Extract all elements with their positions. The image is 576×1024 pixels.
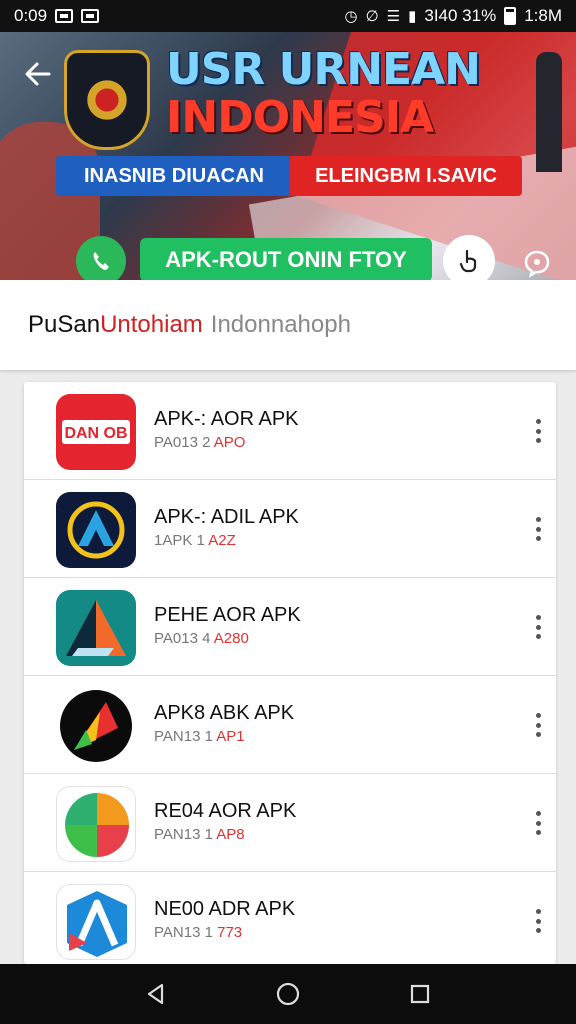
status-text: 3I40 31%	[424, 6, 497, 25]
app-meta: PA013 4 A280	[154, 630, 249, 647]
back-icon	[147, 983, 164, 1005]
navigation-bar	[0, 964, 576, 1024]
app-name: RE04 AOR APK	[154, 800, 297, 822]
app-name: APK-: AOR APK	[154, 408, 299, 430]
app-meta: PAN13 1 AP1	[154, 728, 245, 745]
header-part-3: Indonnahoph	[210, 311, 351, 338]
app-meta: PA013 2 APO	[154, 434, 246, 451]
app-name: PEHE AOR APK	[154, 604, 301, 626]
banner-title: USR URNEAN	[166, 44, 481, 95]
status-bar: 0:09 ◷ ∅ ☰ ▮ 3I40 31% 1:8M	[0, 0, 576, 32]
recents-icon	[410, 984, 430, 1004]
app-name: APK8 ABK APK	[154, 702, 295, 724]
battery-icon	[504, 7, 517, 25]
more-options-button[interactable]	[530, 808, 546, 838]
app-list-item[interactable]: DAN OB APK-: AOR APK PA013 2 APO	[24, 382, 556, 480]
hand-pointer-icon	[459, 249, 477, 273]
nav-recents-button[interactable]	[400, 974, 440, 1014]
notification-icon	[55, 9, 74, 23]
colorful-pie-logo-icon	[56, 786, 136, 862]
home-icon	[276, 982, 300, 1006]
app-list-item[interactable]: APK8 ABK APK PAN13 1 AP1	[24, 676, 556, 774]
signal-icon: ▮	[408, 7, 417, 25]
promo-banner[interactable]: USR URNEAN INDONESIA INASNIB DIUACAN ELE…	[0, 32, 576, 280]
app-name: APK-: ADIL APK	[154, 506, 299, 528]
banner-ribbon-left: INASNIB DIUACAN	[56, 156, 292, 196]
app-list: DAN OB APK-: AOR APK PA013 2 APO APK-: A…	[24, 382, 556, 964]
more-options-button[interactable]	[530, 416, 546, 446]
app-list-item[interactable]: NE00 ADR APK PAN13 1 773	[24, 872, 556, 964]
section-header: PuSan Untohiam Indonnahoph	[0, 280, 576, 370]
black-circle-logo-icon	[56, 688, 136, 764]
more-options-button[interactable]	[530, 906, 546, 936]
app-meta: PAN13 1 AP8	[154, 826, 245, 843]
apk-download-button[interactable]: APK-ROUT ONIN FTOY	[140, 238, 432, 280]
status-time-right: 1:8M	[524, 6, 562, 25]
clock-tower-decoration	[536, 52, 562, 172]
app-meta: PAN13 1 773	[154, 924, 243, 941]
nav-home-button[interactable]	[268, 974, 308, 1014]
banner-ribbon-right: ELEINGBM I.SAVIC	[290, 156, 522, 196]
app-list-item[interactable]: PEHE AOR APK PA013 4 A280	[24, 578, 556, 676]
more-options-button[interactable]	[530, 710, 546, 740]
dan-ob-logo-icon: DAN OB	[56, 394, 136, 470]
chat-icon[interactable]	[520, 246, 554, 280]
alarm-icon: ◷	[344, 7, 358, 25]
mute-icon: ∅	[365, 7, 379, 25]
back-arrow-icon	[25, 62, 51, 86]
header-part-1: PuSan	[28, 311, 101, 338]
app-name: NE00 ADR APK	[154, 898, 296, 920]
status-time-left: 0:09	[14, 6, 48, 25]
app-meta: 1APK 1 A2Z	[154, 532, 236, 549]
app-list-item[interactable]: RE04 AOR APK PAN13 1 AP8	[24, 774, 556, 872]
a-triangle-blue-logo-icon	[56, 492, 136, 568]
more-options-button[interactable]	[530, 612, 546, 642]
call-button[interactable]	[76, 236, 126, 280]
header-part-2: Untohiam	[100, 311, 203, 338]
app-list-item[interactable]: APK-: ADIL APK 1APK 1 A2Z	[24, 480, 556, 578]
banner-subtitle: INDONESIA	[166, 92, 434, 143]
image-notification-icon	[81, 9, 100, 23]
phone-icon	[93, 252, 109, 270]
wifi-icon: ☰	[386, 7, 401, 25]
nav-back-button[interactable]	[136, 974, 176, 1014]
tap-button[interactable]	[443, 235, 495, 280]
a-teal-logo-icon	[56, 590, 136, 666]
garuda-emblem-icon	[64, 50, 150, 150]
svg-text:DAN OB: DAN OB	[64, 425, 127, 442]
more-options-button[interactable]	[530, 514, 546, 544]
blue-a-logo-icon	[56, 884, 136, 960]
back-button[interactable]	[18, 54, 58, 94]
